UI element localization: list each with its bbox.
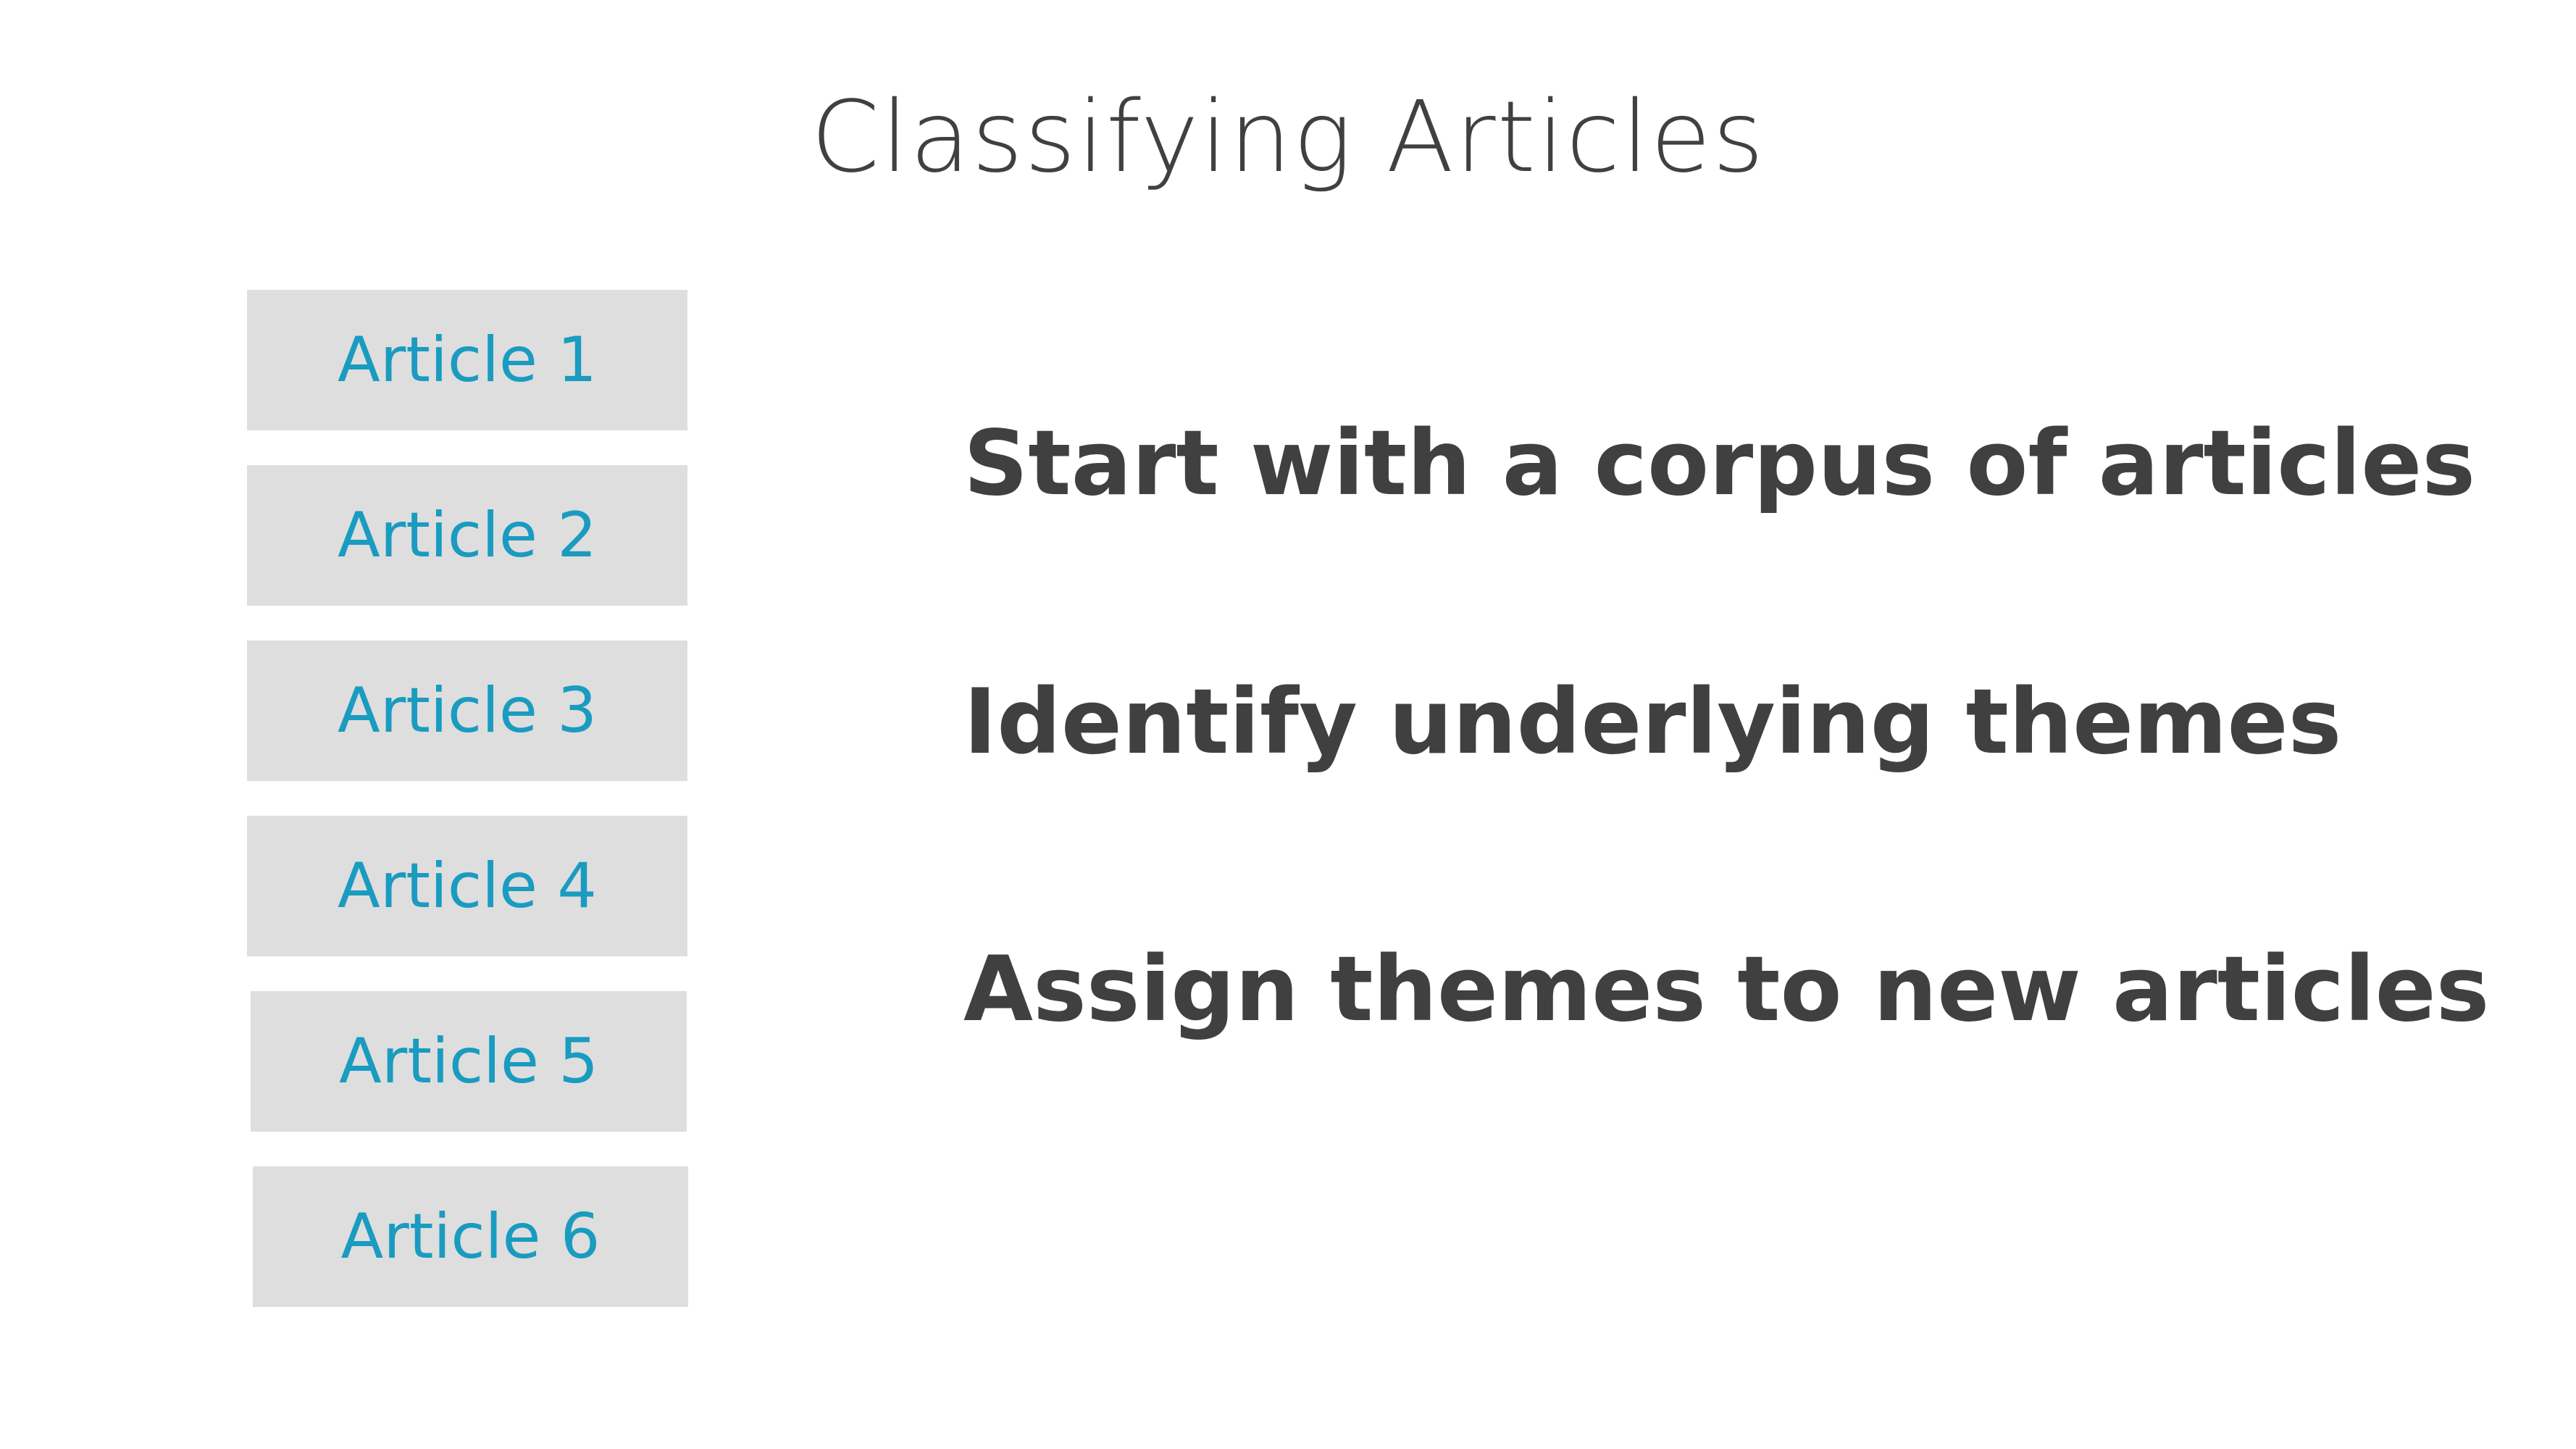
- bullet-text-1: Start with a corpus of articles: [963, 412, 2476, 516]
- article-box-3: Article 3: [247, 640, 687, 781]
- article-box-1: Article 1: [247, 290, 687, 430]
- article-label: Article 5: [339, 1025, 598, 1098]
- article-box-6: Article 6: [253, 1166, 688, 1307]
- article-box-4: Article 4: [247, 816, 687, 956]
- article-box-2: Article 2: [247, 465, 687, 606]
- article-label: Article 2: [338, 499, 597, 572]
- bullet-text-2: Identify underlying themes: [963, 670, 2342, 774]
- slide-title: Classifying Articles: [811, 80, 1765, 195]
- article-label: Article 4: [338, 850, 597, 922]
- bullet-text-3: Assign themes to new articles: [963, 938, 2490, 1042]
- article-box-5: Article 5: [251, 991, 687, 1132]
- article-label: Article 6: [340, 1200, 601, 1273]
- article-label: Article 3: [338, 675, 597, 747]
- article-label: Article 1: [338, 324, 597, 396]
- slide: Classifying Articles Article 1 Article 2…: [0, 0, 2576, 1449]
